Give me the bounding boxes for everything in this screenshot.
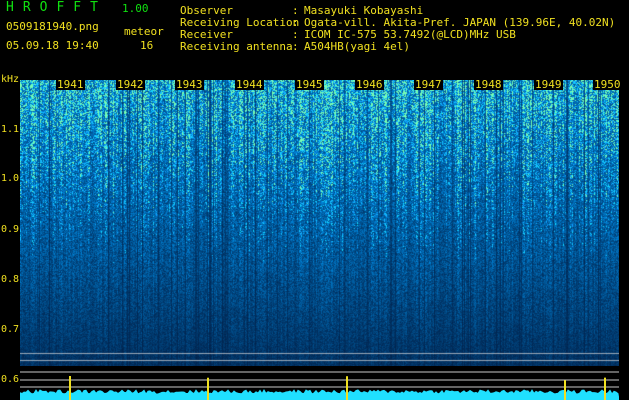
y-tick-label: 0.9 [1, 224, 20, 235]
capture-datetime: 05.09.18 19:40 [6, 39, 99, 52]
info-value: A504HB(yagi 4el) [304, 40, 410, 53]
noise-floor-trace [20, 388, 619, 400]
app-brand: HROFFT [6, 0, 107, 15]
time-tick-label: 1946 [355, 78, 384, 91]
info-colon: : [292, 40, 299, 53]
time-tick-label: 1944 [235, 78, 264, 91]
signal-level-strip [20, 366, 619, 400]
file-name: 0509181940.png [6, 20, 99, 33]
time-tick-label: 1949 [534, 78, 563, 91]
time-tick-label: 1945 [295, 78, 324, 91]
time-tick-label: 1943 [175, 78, 204, 91]
frequency-axis: kHz 1.1 1.0 0.9 0.8 0.7 0.6 [0, 74, 20, 400]
meteor-label: meteor [124, 25, 164, 38]
info-key: Receiving antenna [180, 40, 293, 53]
time-tick-label: 1948 [474, 78, 503, 91]
spectrogram-canvas[interactable] [20, 80, 619, 367]
y-tick-label: 0.8 [1, 274, 20, 285]
time-tick-label: 1947 [414, 78, 443, 91]
info-antenna: Receiving antenna : A504HB(yagi 4el) [180, 41, 620, 53]
y-tick-label: 0.6 [1, 374, 20, 385]
spectrogram[interactable] [20, 80, 619, 367]
time-tick-label: 1950 [593, 78, 622, 91]
y-tick-label: 0.7 [1, 324, 20, 335]
axis-unit: kHz [1, 74, 20, 85]
meteor-count: 16 [140, 39, 154, 52]
time-tick-label: 1942 [116, 78, 145, 91]
time-tick-label: 1941 [56, 78, 85, 91]
y-tick-label: 1.0 [1, 173, 20, 184]
time-axis: 1941 1942 1943 1944 1945 1946 1947 1948 … [20, 74, 622, 94]
app-version: 1.00 [122, 2, 149, 15]
signal-level-plot [20, 371, 619, 400]
y-tick-label: 1.1 [1, 124, 20, 135]
header-panel: HROFFT 1.00 0509181940.png meteor 05.09.… [0, 0, 629, 74]
